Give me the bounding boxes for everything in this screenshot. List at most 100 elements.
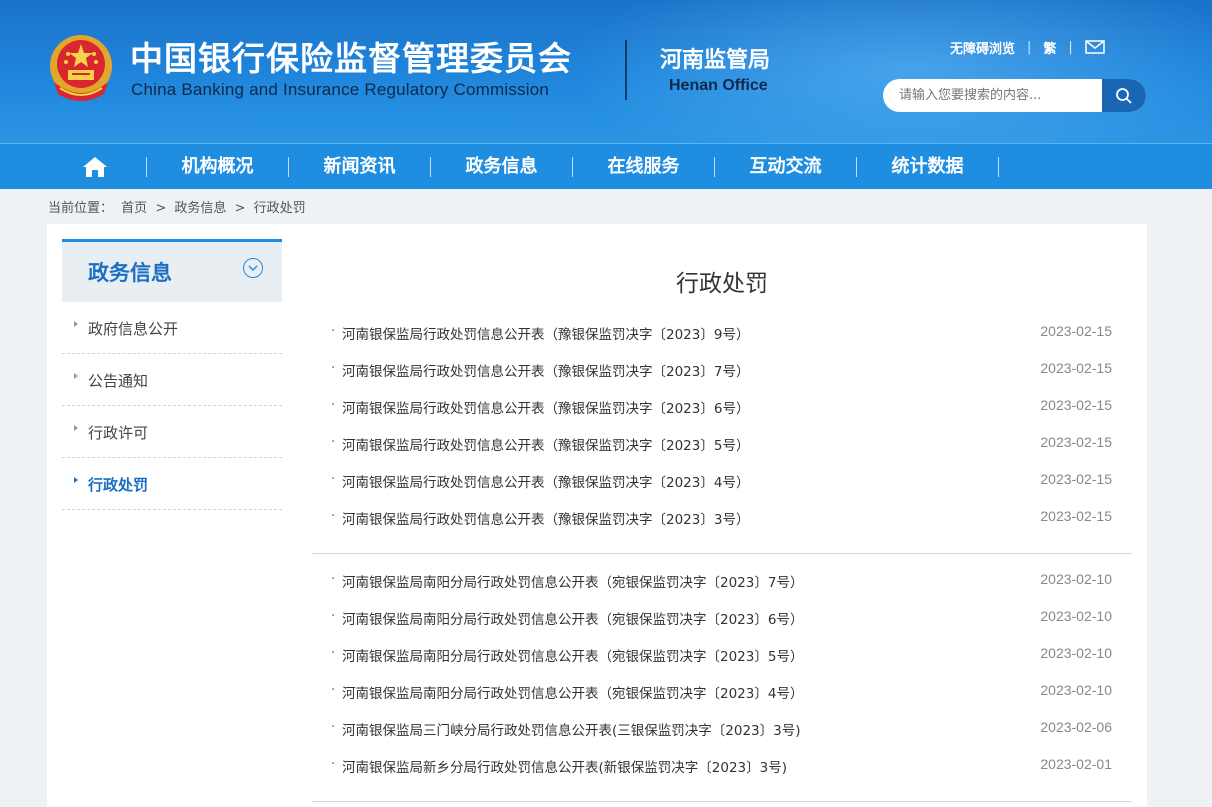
sidebar-item-label: 公告通知 [88, 372, 149, 390]
sidebar-toggle[interactable] [243, 258, 263, 278]
list-item-title[interactable]: 河南银保监局南阳分局行政处罚信息公开表（宛银保监罚决字〔2023〕7号） [342, 571, 803, 591]
list-item[interactable]: · 河南银保监局行政处罚信息公开表（豫银保监罚决字〔2023〕4号） 2023-02… [312, 462, 1132, 499]
site-title-en: China Banking and Insurance Regulatory C… [131, 80, 550, 99]
list-item-date: 2023-02-10 [1040, 682, 1112, 698]
toplink-separator: | [1068, 39, 1073, 55]
list-item-title[interactable]: 河南银保监局行政处罚信息公开表（豫银保监罚决字〔2023〕6号） [342, 397, 749, 417]
sidebar-item-announcements[interactable]: 公告通知 [62, 354, 282, 406]
site-title-cn: 中国银行保险监督管理委员会 [130, 39, 572, 78]
list-item[interactable]: · 河南银保监局行政处罚信息公开表（豫银保监罚决字〔2023〕9号） 2023-02… [312, 314, 1132, 351]
breadcrumb-government-info[interactable]: 政务信息 [174, 201, 226, 216]
list-item-title[interactable]: 河南银保监局行政处罚信息公开表（豫银保监罚决字〔2023〕9号） [342, 323, 749, 343]
bullet-icon: · [331, 434, 336, 450]
list-item-date: 2023-02-01 [1040, 756, 1112, 772]
sidebar-item-label: 行政处罚 [88, 476, 149, 494]
main-nav: 机构概况 新闻资讯 政务信息 在线服务 互动交流 统计数据 [0, 143, 1212, 189]
bullet-icon: · [331, 471, 336, 487]
caret-right-icon [74, 477, 78, 483]
accessible-browse-link[interactable]: 无障碍浏览 [950, 38, 1015, 57]
nav-separator [998, 157, 999, 177]
list-item[interactable]: · 河南银保监局行政处罚信息公开表（豫银保监罚决字〔2023〕7号） 2023-02… [312, 351, 1132, 388]
breadcrumb-home[interactable]: 首页 [121, 201, 147, 216]
header-glow [560, 0, 1212, 143]
sidebar-item-admin-penalties[interactable]: 行政处罚 [62, 458, 282, 510]
list-divider [312, 801, 1132, 802]
caret-right-icon [74, 425, 78, 431]
list-item-title[interactable]: 河南银保监局南阳分局行政处罚信息公开表（宛银保监罚决字〔2023〕5号） [342, 645, 803, 665]
search-input[interactable] [883, 79, 1101, 112]
office-title-cn: 河南监管局 [660, 48, 771, 73]
header-divider [625, 40, 627, 100]
content-container: 政务信息 政府信息公开 公告通知 行政许可 行政处罚 行政处罚 · 河南银保监局… [47, 224, 1147, 807]
site-header: 中国银行保险监督管理委员会 China Banking and Insuranc… [0, 0, 1212, 143]
sidebar-item-admin-permits[interactable]: 行政许可 [62, 406, 282, 458]
bullet-icon: · [331, 397, 336, 413]
bullet-icon: · [331, 360, 336, 376]
search-button[interactable] [1102, 79, 1146, 112]
list-divider [312, 553, 1132, 554]
bullet-icon: · [331, 508, 336, 524]
list-item-date: 2023-02-15 [1040, 397, 1112, 413]
list-item-date: 2023-02-15 [1040, 360, 1112, 376]
traditional-chinese-link[interactable]: 繁 [1043, 38, 1056, 57]
bullet-icon: · [331, 645, 336, 661]
list-item[interactable]: · 河南银保监局南阳分局行政处罚信息公开表（宛银保监罚决字〔2023〕6号） 202… [312, 599, 1132, 636]
bullet-icon: · [331, 719, 336, 735]
nav-item-government-info[interactable]: 政务信息 [431, 144, 572, 189]
top-links: 无障碍浏览 | 繁 | [950, 37, 1105, 57]
list-item[interactable]: · 河南银保监局新乡分局行政处罚信息公开表(新银保监罚决字〔2023〕3号) 202… [312, 747, 1132, 784]
page-title: 行政处罚 [676, 271, 768, 297]
list-item[interactable]: · 河南银保监局南阳分局行政处罚信息公开表（宛银保监罚决字〔2023〕4号） 202… [312, 673, 1132, 710]
list-item-date: 2023-02-10 [1040, 571, 1112, 587]
sidebar-item-gov-info-disclosure[interactable]: 政府信息公开 [62, 302, 282, 354]
list-item-date: 2023-02-15 [1040, 471, 1112, 487]
nav-item-online-service[interactable]: 在线服务 [573, 144, 714, 189]
sidebar: 政务信息 政府信息公开 公告通知 行政许可 行政处罚 [62, 239, 282, 510]
nav-item-interaction[interactable]: 互动交流 [715, 144, 856, 189]
mail-icon[interactable] [1085, 40, 1105, 54]
nav-item-statistics[interactable]: 统计数据 [857, 144, 998, 189]
toplink-separator: | [1027, 39, 1032, 55]
sidebar-header: 政务信息 [62, 239, 282, 302]
nav-item-about[interactable]: 机构概况 [147, 144, 288, 189]
nav-item-news[interactable]: 新闻资讯 [289, 144, 430, 189]
list-item-title[interactable]: 河南银保监局行政处罚信息公开表（豫银保监罚决字〔2023〕7号） [342, 360, 749, 380]
nav-home[interactable] [78, 144, 112, 189]
list-item-title[interactable]: 河南银保监局行政处罚信息公开表（豫银保监罚决字〔2023〕4号） [342, 471, 749, 491]
list-item-title[interactable]: 河南银保监局行政处罚信息公开表（豫银保监罚决字〔2023〕3号） [342, 508, 749, 528]
search-icon [1116, 87, 1132, 104]
penalty-list-group-1: · 河南银保监局行政处罚信息公开表（豫银保监罚决字〔2023〕9号） 2023-02… [312, 314, 1132, 536]
list-item[interactable]: · 河南银保监局行政处罚信息公开表（豫银保监罚决字〔2023〕3号） 2023-02… [312, 499, 1132, 536]
breadcrumb-current[interactable]: 行政处罚 [254, 201, 306, 216]
breadcrumb-separator: > [234, 201, 246, 216]
list-item-date: 2023-02-10 [1040, 645, 1112, 661]
list-item-title[interactable]: 河南银保监局行政处罚信息公开表（豫银保监罚决字〔2023〕5号） [342, 434, 749, 454]
list-item-date: 2023-02-10 [1040, 608, 1112, 624]
list-item-title[interactable]: 河南银保监局三门峡分局行政处罚信息公开表(三银保监罚决字〔2023〕3号) [342, 719, 800, 739]
search-box [883, 79, 1146, 112]
list-item-title[interactable]: 河南银保监局南阳分局行政处罚信息公开表（宛银保监罚决字〔2023〕6号） [342, 608, 803, 628]
list-item-title[interactable]: 河南银保监局南阳分局行政处罚信息公开表（宛银保监罚决字〔2023〕4号） [342, 682, 803, 702]
home-icon [83, 156, 107, 177]
list-item-title[interactable]: 河南银保监局新乡分局行政处罚信息公开表(新银保监罚决字〔2023〕3号) [342, 756, 787, 776]
breadcrumb-prefix: 当前位置： [48, 201, 114, 216]
bullet-icon: · [331, 756, 336, 772]
list-item[interactable]: · 河南银保监局南阳分局行政处罚信息公开表（宛银保监罚决字〔2023〕7号） 202… [312, 562, 1132, 599]
list-item-date: 2023-02-15 [1040, 323, 1112, 339]
caret-right-icon [74, 373, 78, 379]
list-item-date: 2023-02-15 [1040, 508, 1112, 524]
bullet-icon: · [331, 682, 336, 698]
sidebar-title: 政务信息 [88, 261, 172, 285]
list-item[interactable]: · 河南银保监局行政处罚信息公开表（豫银保监罚决字〔2023〕6号） 2023-02… [312, 388, 1132, 425]
national-emblem-icon [50, 35, 112, 101]
list-item[interactable]: · 河南银保监局行政处罚信息公开表（豫银保监罚决字〔2023〕5号） 2023-02… [312, 425, 1132, 462]
bullet-icon: · [331, 323, 336, 339]
list-item[interactable]: · 河南银保监局三门峡分局行政处罚信息公开表(三银保监罚决字〔2023〕3号) 20… [312, 710, 1132, 747]
list-item[interactable]: · 河南银保监局南阳分局行政处罚信息公开表（宛银保监罚决字〔2023〕5号） 202… [312, 636, 1132, 673]
bullet-icon: · [331, 571, 336, 587]
bullet-icon: · [331, 608, 336, 624]
sidebar-item-label: 行政许可 [88, 424, 149, 442]
sidebar-item-label: 政府信息公开 [88, 320, 179, 338]
office-title-en: Henan Office [669, 77, 768, 94]
list-item-date: 2023-02-06 [1040, 719, 1112, 735]
